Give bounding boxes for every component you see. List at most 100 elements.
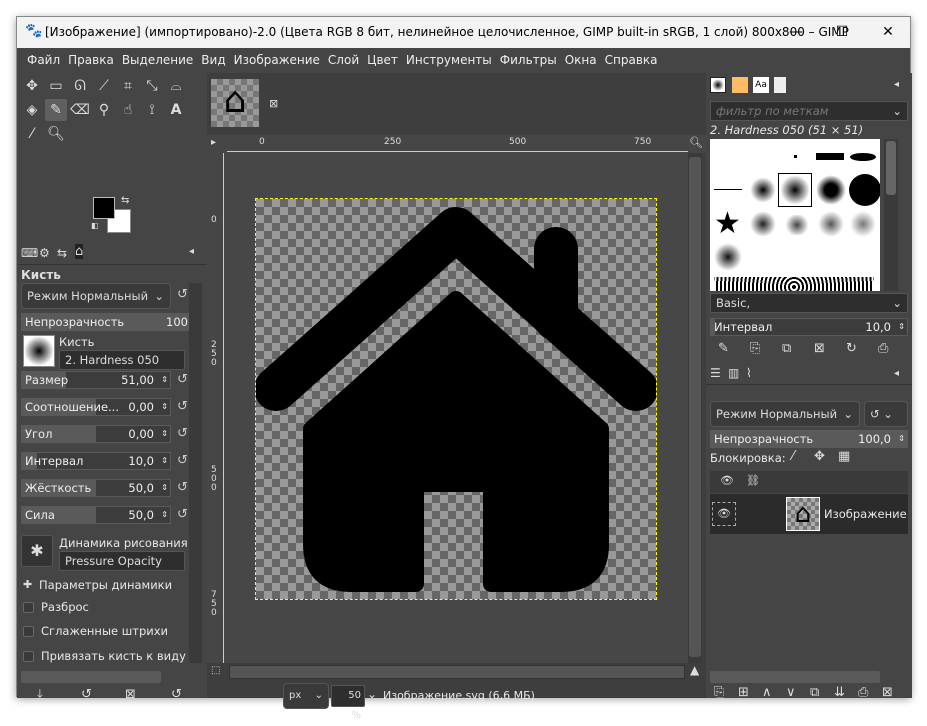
brush-tag-field[interactable]: Basic, ⌄ — [710, 293, 908, 313]
warp-tool-icon[interactable]: ⌓ — [165, 75, 187, 97]
new-brush-icon[interactable]: ⎘ — [750, 341, 760, 356]
unit-dropdown[interactable]: px ⌄ — [283, 683, 329, 709]
crop-tool-icon[interactable]: ⌗ — [117, 75, 139, 97]
dynamics-field[interactable]: Pressure Opacity — [59, 551, 185, 571]
brush-grid[interactable]: ★ — [710, 139, 880, 291]
reset-icon[interactable]: ↺ — [177, 426, 188, 441]
scatter-checkbox[interactable] — [23, 602, 34, 613]
menu-edit[interactable]: Правка — [64, 48, 118, 72]
menu-layer[interactable]: Слой — [324, 48, 363, 72]
brush-preview[interactable] — [23, 335, 55, 367]
selected-brush[interactable] — [778, 173, 812, 207]
spin-icon[interactable]: ⇕ — [898, 319, 905, 335]
open-brush-image-icon[interactable]: ⎙ — [878, 341, 888, 356]
channels-tab-icon[interactable]: ▥ — [728, 366, 739, 380]
lock-position-icon[interactable]: ✥ — [814, 449, 825, 464]
expand-plus-icon[interactable]: ✚ — [23, 578, 32, 591]
tool-options-scrollbar[interactable] — [189, 283, 202, 663]
images-tab-icon[interactable]: ⌂ — [75, 244, 84, 259]
new-layer-group-icon[interactable]: ⊞ — [738, 685, 749, 700]
layers-tab-icon[interactable]: ☰ — [710, 366, 721, 380]
close-tab-icon[interactable]: ⊠ — [269, 97, 278, 110]
minimize-button[interactable]: — — [773, 17, 819, 48]
dock-menu-icon[interactable]: ◂ — [894, 79, 899, 90]
zoom-dropdown-icon[interactable]: ⌄ — [367, 687, 377, 701]
slider-5[interactable]: Сила 50,0 ⇕ — [21, 506, 171, 524]
default-colors-icon[interactable]: ◧ — [91, 221, 99, 230]
menu-view[interactable]: Вид — [197, 48, 229, 72]
brush-grid-scrollbar[interactable] — [884, 139, 898, 291]
brush-spacing-slider[interactable]: Интервал 10,0 ⇕ — [710, 318, 908, 336]
layer-mode-dropdown[interactable]: Режим Нормальный ⌄ — [710, 401, 860, 427]
horizontal-scrollbar[interactable] — [21, 671, 161, 683]
spin-icon[interactable]: ⇕ — [898, 431, 905, 447]
reset-icon[interactable]: ↺ — [177, 480, 188, 495]
move-tool-icon[interactable]: ✥ — [21, 75, 43, 97]
save-options-icon[interactable]: ⤓ — [37, 687, 43, 702]
lasso-tool-icon[interactable]: ᘏ — [69, 75, 91, 97]
dynamics-options-expander[interactable]: Параметры динамики — [39, 578, 172, 592]
paths-tab-icon[interactable]: ⌇ — [746, 366, 752, 380]
layer-mask-icon[interactable]: ⎙ — [858, 685, 868, 700]
tool-options-tab-icon[interactable]: ⌨ — [21, 246, 38, 260]
document-history-tab-icon[interactable] — [774, 77, 786, 93]
dock-menu-icon[interactable]: ◂ — [189, 246, 194, 257]
reset-icon[interactable]: ↺ — [177, 453, 188, 468]
menu-tools[interactable]: Инструменты — [402, 48, 496, 72]
reset-icon[interactable]: ↺ — [177, 507, 188, 522]
edit-brush-icon[interactable]: ✎ — [718, 341, 729, 356]
menu-select[interactable]: Выделение — [118, 48, 197, 72]
composite-mode-dropdown[interactable]: ↺ ⌄ — [864, 401, 908, 427]
reset-icon[interactable]: ↺ — [177, 372, 188, 387]
duplicate-brush-icon[interactable]: ⧉ — [782, 341, 791, 356]
fuzzy-select-tool-icon[interactable]: ⟋ — [93, 75, 115, 97]
layer-opacity-slider[interactable]: Непрозрачность 100,0 ⇕ — [710, 430, 908, 448]
lock-brush-checkbox[interactable] — [23, 651, 34, 662]
lower-layer-icon[interactable]: ∨ — [786, 685, 796, 700]
clone-tool-icon[interactable]: ⚲ — [93, 99, 115, 121]
paintbrush-tool-icon[interactable]: ✎ — [45, 99, 67, 121]
restore-options-icon[interactable]: ↺ — [81, 687, 92, 702]
device-status-tab-icon[interactable]: ⚙ — [39, 246, 50, 260]
bucket-fill-tool-icon[interactable]: ◈ — [21, 99, 43, 121]
layer-name[interactable]: Изображение — [824, 507, 907, 521]
refresh-brushes-icon[interactable]: ↻ — [846, 341, 857, 356]
menu-help[interactable]: Справка — [601, 48, 662, 72]
spin-icon[interactable]: ⇕ — [161, 399, 168, 415]
zoom-field[interactable]: 50 % — [331, 685, 365, 721]
eraser-tool-icon[interactable]: ⌫ — [69, 99, 91, 121]
image-canvas[interactable] — [255, 198, 657, 600]
vertical-scrollbar[interactable] — [688, 153, 702, 663]
lock-pixels-icon[interactable]: ⁄ — [792, 449, 794, 464]
menu-colors[interactable]: Цвет — [363, 48, 402, 72]
brush-name-field[interactable]: 2. Hardness 050 — [59, 350, 185, 370]
slider-2[interactable]: Угол 0,00 ⇕ — [21, 425, 171, 443]
layer-row[interactable]: 👁︎ ⌂ Изображение — [710, 494, 908, 534]
delete-brush-icon[interactable]: ⊠ — [814, 341, 825, 356]
new-layer-icon[interactable]: ⎘ — [714, 685, 724, 700]
reset-options-icon[interactable]: ↺ — [171, 687, 182, 702]
patterns-tab-icon[interactable] — [732, 77, 748, 93]
delete-layer-icon[interactable]: ⊠ — [882, 685, 893, 700]
menu-file[interactable]: Файл — [23, 48, 64, 72]
duplicate-layer-icon[interactable]: ⧉ — [810, 685, 819, 700]
slider-4[interactable]: Жёсткость 50,0 ⇕ — [21, 479, 171, 497]
menu-image[interactable]: Изображение — [230, 48, 324, 72]
smooth-stroke-checkbox[interactable] — [23, 626, 34, 637]
raise-layer-icon[interactable]: ∧ — [762, 685, 772, 700]
zoom-fit-icon[interactable]: 🔍︎ — [689, 136, 703, 149]
slider-3[interactable]: Интервал 10,0 ⇕ — [21, 452, 171, 470]
slider-0[interactable]: Размер 51,00 ⇕ — [21, 371, 171, 389]
merge-layer-icon[interactable]: ⇊ — [834, 685, 845, 700]
smudge-tool-icon[interactable]: ☝ — [117, 99, 139, 121]
menu-windows[interactable]: Окна — [561, 48, 601, 72]
spin-icon[interactable]: ⇕ — [161, 480, 168, 496]
opacity-slider[interactable]: Непрозрачность 100 — [21, 313, 191, 331]
quick-mask-menu-icon[interactable]: ▸ — [211, 137, 216, 148]
close-button[interactable]: ✕ — [865, 17, 911, 48]
rect-select-tool-icon[interactable]: ▭ — [45, 75, 67, 97]
foreground-color[interactable] — [93, 197, 115, 219]
color-picker-tool-icon[interactable]: ⁄ — [21, 123, 43, 145]
fonts-tab-icon[interactable]: Aa — [753, 77, 769, 93]
dynamics-icon[interactable]: ✱ — [21, 535, 53, 567]
